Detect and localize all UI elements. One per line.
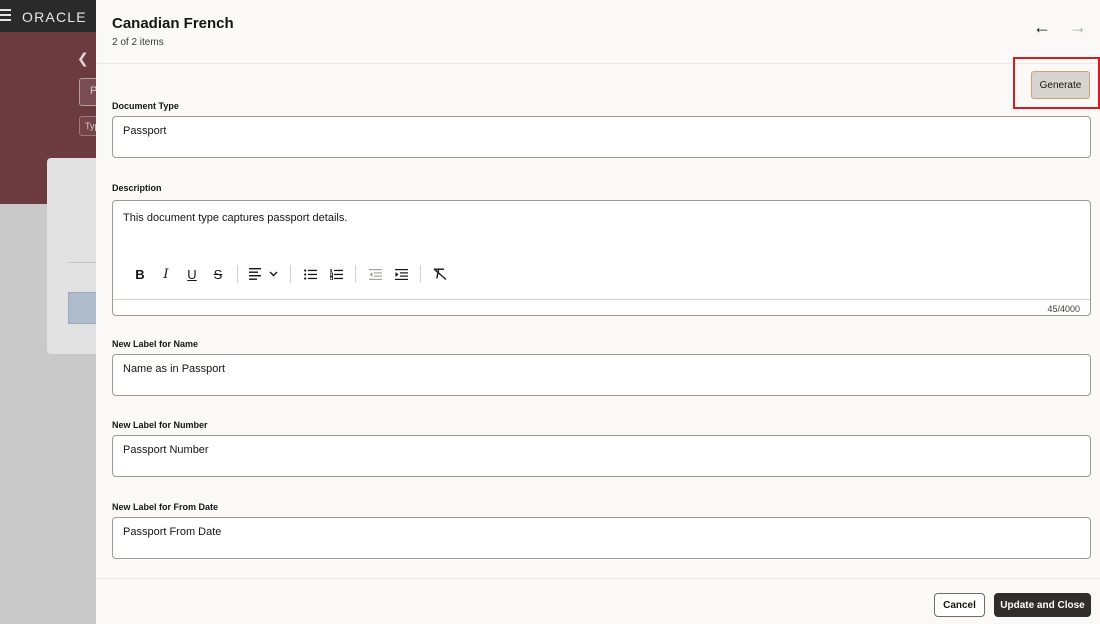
- item-counter: 2 of 2 items: [112, 37, 164, 48]
- toolbar-divider: [290, 265, 291, 283]
- hamburger-menu-icon[interactable]: [0, 9, 11, 23]
- underline-icon[interactable]: U: [179, 265, 205, 283]
- document-type-field[interactable]: Passport: [112, 116, 1091, 158]
- description-text[interactable]: This document type captures passport det…: [123, 212, 347, 224]
- editor-footer-divider: [113, 299, 1090, 300]
- drawer-title: Canadian French: [112, 15, 234, 32]
- previous-item-arrow-icon[interactable]: ←: [1030, 16, 1054, 38]
- numbered-list-icon[interactable]: [323, 265, 349, 283]
- update-and-close-button[interactable]: Update and Close: [994, 593, 1091, 617]
- document-type-label: Document Type: [112, 101, 179, 111]
- bulleted-list-icon[interactable]: [297, 265, 323, 283]
- rich-text-toolbar: B I U S: [127, 265, 453, 283]
- clear-formatting-icon[interactable]: [427, 265, 453, 283]
- background-card-tile: [68, 292, 98, 324]
- from-date-label-field[interactable]: Passport From Date: [112, 517, 1091, 559]
- description-label: Description: [112, 183, 162, 193]
- indent-icon[interactable]: [388, 265, 414, 283]
- next-item-arrow-icon[interactable]: →: [1066, 16, 1090, 38]
- description-editor[interactable]: This document type captures passport det…: [112, 200, 1091, 316]
- toolbar-divider: [420, 265, 421, 283]
- toolbar-divider: [355, 265, 356, 283]
- character-count: 45/4000: [1047, 304, 1080, 314]
- italic-icon[interactable]: I: [153, 265, 179, 283]
- toolbar-divider: [237, 265, 238, 283]
- background-card-divider: [68, 262, 98, 263]
- back-chevron-icon[interactable]: ❮: [77, 50, 89, 67]
- cancel-button[interactable]: Cancel: [934, 593, 985, 617]
- strikethrough-icon[interactable]: S: [205, 265, 231, 283]
- number-label-caption: New Label for Number: [112, 420, 208, 430]
- outdent-icon[interactable]: [362, 265, 388, 283]
- footer-divider: [96, 578, 1100, 579]
- name-label-caption: New Label for Name: [112, 339, 199, 349]
- number-label-field[interactable]: Passport Number: [112, 435, 1091, 477]
- bold-icon[interactable]: B: [127, 265, 153, 283]
- edit-drawer: Canadian French 2 of 2 items ← → Generat…: [96, 0, 1100, 624]
- from-date-label-caption: New Label for From Date: [112, 502, 219, 512]
- align-dropdown-icon[interactable]: [244, 265, 284, 283]
- name-label-field[interactable]: Name as in Passport: [112, 354, 1091, 396]
- generate-button[interactable]: Generate: [1031, 71, 1090, 99]
- header-divider: [96, 63, 1100, 64]
- oracle-logo: ORACLE: [22, 9, 87, 25]
